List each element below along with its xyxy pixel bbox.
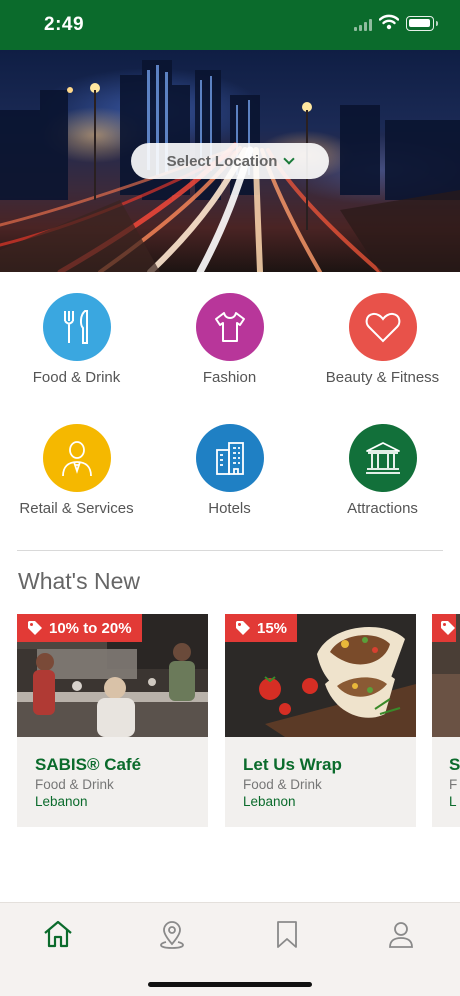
select-location-button[interactable]: Select Location bbox=[131, 143, 329, 179]
person-icon bbox=[42, 424, 111, 492]
select-location-label: Select Location bbox=[166, 152, 278, 170]
category-fashion[interactable]: Fashion bbox=[153, 293, 306, 386]
card-location: Lebanon bbox=[35, 794, 88, 809]
offer-card-let-us-wrap[interactable]: 15% Let Us Wrap Food & Drink Lebanon bbox=[225, 614, 416, 827]
status-time: 2:49 bbox=[44, 14, 85, 35]
map-pin-icon bbox=[160, 921, 184, 949]
tab-home[interactable] bbox=[43, 919, 73, 949]
discount-badge: 15% bbox=[225, 614, 298, 642]
fork-knife-icon bbox=[42, 293, 111, 361]
tag-icon bbox=[28, 621, 42, 635]
section-divider bbox=[17, 550, 443, 551]
category-label: Beauty & Fitness bbox=[325, 369, 440, 386]
profile-icon bbox=[389, 922, 413, 948]
card-category: F bbox=[449, 777, 458, 792]
wifi-icon bbox=[378, 14, 400, 35]
discount-badge: 10% to 20% bbox=[17, 614, 142, 642]
card-title: Let Us Wrap bbox=[243, 755, 342, 774]
card-title: S bbox=[449, 755, 460, 774]
card-category: Food & Drink bbox=[243, 777, 322, 792]
building-icon bbox=[195, 424, 264, 492]
category-food-drink[interactable]: Food & Drink bbox=[0, 293, 153, 386]
status-bar: 2:49 bbox=[0, 0, 460, 50]
tab-map[interactable] bbox=[157, 919, 187, 949]
card-location: L bbox=[449, 794, 457, 809]
chevron-down-icon bbox=[283, 153, 296, 165]
hero-banner: Select Location bbox=[0, 50, 460, 272]
category-label: Attractions bbox=[347, 500, 418, 517]
offer-card-sabis-cafe[interactable]: 10% to 20% SABIS® Café Food & Drink Leba… bbox=[17, 614, 208, 827]
home-icon bbox=[44, 920, 72, 948]
category-beauty-fitness[interactable]: Beauty & Fitness bbox=[306, 293, 459, 386]
discount-badge bbox=[432, 614, 456, 642]
home-indicator bbox=[148, 982, 312, 987]
heart-icon bbox=[348, 293, 417, 361]
bookmark-icon bbox=[277, 921, 297, 948]
category-label: Fashion bbox=[202, 369, 257, 386]
tag-icon bbox=[441, 621, 455, 635]
card-category: Food & Drink bbox=[35, 777, 114, 792]
category-hotels[interactable]: Hotels bbox=[153, 424, 306, 517]
offer-card-partial[interactable]: S F L bbox=[432, 614, 460, 827]
discount-text: 15% bbox=[257, 619, 288, 637]
category-retail-services[interactable]: Retail & Services bbox=[0, 424, 153, 517]
battery-icon bbox=[406, 16, 438, 31]
category-label: Hotels bbox=[208, 500, 251, 517]
landmark-icon bbox=[348, 424, 417, 492]
tab-saved[interactable] bbox=[272, 919, 302, 949]
category-attractions[interactable]: Attractions bbox=[306, 424, 459, 517]
tab-profile[interactable] bbox=[386, 919, 416, 949]
tshirt-icon bbox=[195, 293, 264, 361]
card-title: SABIS® Café bbox=[35, 755, 142, 774]
category-label: Food & Drink bbox=[32, 369, 121, 386]
cellular-signal-icon bbox=[354, 19, 372, 31]
whats-new-title: What's New bbox=[18, 568, 140, 594]
discount-text: 10% to 20% bbox=[49, 619, 132, 637]
card-location: Lebanon bbox=[243, 794, 296, 809]
category-label: Retail & Services bbox=[19, 500, 134, 517]
tag-icon bbox=[236, 621, 250, 635]
